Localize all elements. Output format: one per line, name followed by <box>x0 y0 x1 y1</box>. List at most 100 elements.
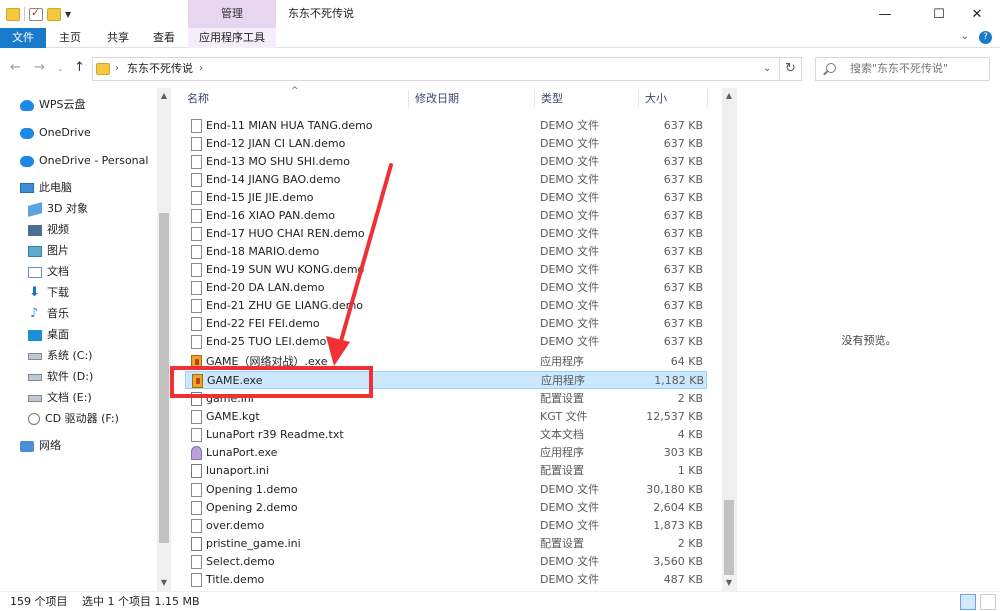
table-row[interactable]: End-11 MIAN HUA TANG.demo DEMO 文件 637 KB <box>185 117 707 135</box>
table-row[interactable]: End-13 MO SHU SHI.demo DEMO 文件 637 KB <box>185 153 707 171</box>
desktop-icon <box>28 329 42 341</box>
annotation-highlight-box <box>170 366 373 398</box>
chevron-right-icon[interactable]: › <box>199 58 203 80</box>
file-icon <box>191 209 202 223</box>
nav-item-onedrive-personal[interactable]: OneDrive - Personal <box>20 151 148 171</box>
column-header-modified[interactable]: 修改日期 <box>409 88 534 110</box>
details-view-icon[interactable] <box>960 594 976 610</box>
ribbon-right-controls: ⌄ ? <box>961 31 992 44</box>
music-icon <box>28 304 42 324</box>
nav-item-cd-drive-f[interactable]: CD 驱动器 (F:) <box>28 409 119 429</box>
table-row[interactable]: pristine_game.ini 配置设置 2 KB <box>185 535 707 553</box>
chevron-down-icon[interactable]: ⌄ <box>763 58 771 80</box>
table-row[interactable]: End-25 TUO LEI.demo DEMO 文件 637 KB <box>185 333 707 351</box>
scroll-thumb[interactable] <box>159 213 169 543</box>
table-row[interactable]: Select.demo DEMO 文件 3,560 KB <box>185 553 707 571</box>
table-row[interactable]: Title.demo DEMO 文件 487 KB <box>185 571 707 589</box>
downloads-icon <box>28 283 42 303</box>
minimize-icon[interactable]: — <box>862 0 908 28</box>
preview-pane: 没有预览。 <box>736 88 1000 591</box>
nav-item-onedrive[interactable]: OneDrive <box>20 123 91 143</box>
file-list-scrollbar[interactable]: ▲ ▼ <box>722 88 736 591</box>
forward-arrow-icon[interactable]: → <box>34 60 45 75</box>
table-row[interactable]: Opening 1.demo DEMO 文件 30,180 KB <box>185 481 707 499</box>
new-folder-icon[interactable] <box>47 7 61 21</box>
table-row[interactable]: End-19 SUN WU KONG.demo DEMO 文件 637 KB <box>185 261 707 279</box>
address-path[interactable]: 东东不死传说 <box>127 58 193 80</box>
close-icon[interactable]: ✕ <box>954 0 1000 28</box>
item-count: 159 个项目 <box>10 595 68 608</box>
nav-item-downloads[interactable]: 下载 <box>28 283 69 303</box>
window-title: 东东不死传说 <box>288 7 354 20</box>
quick-access-toolbar: ▼ <box>6 6 71 22</box>
chevron-down-icon[interactable]: ⌄ <box>961 31 969 44</box>
nav-item-drive-d[interactable]: 软件 (D:) <box>28 367 93 387</box>
cd-drive-icon <box>28 413 40 425</box>
file-icon <box>191 483 202 497</box>
navigation-pane: WPS云盘 OneDrive OneDrive - Personal 此电脑 3… <box>0 88 157 591</box>
table-row[interactable]: End-22 FEI FEI.demo DEMO 文件 637 KB <box>185 315 707 333</box>
table-row[interactable]: LunaPort r39 Readme.txt 文本文档 4 KB <box>185 426 707 444</box>
drive-icon <box>28 352 42 360</box>
scroll-down-icon[interactable]: ▼ <box>157 575 171 591</box>
nav-item-desktop[interactable]: 桌面 <box>28 325 69 345</box>
table-row[interactable]: End-20 DA LAN.demo DEMO 文件 637 KB <box>185 279 707 297</box>
column-separator[interactable] <box>707 90 708 108</box>
back-arrow-icon[interactable]: ← <box>10 60 21 75</box>
table-row[interactable]: lunaport.ini 配置设置 1 KB <box>185 462 707 480</box>
address-bar[interactable]: › 东东不死传说 › ⌄ <box>92 57 780 81</box>
search-box[interactable]: 搜索"东东不死传说" <box>815 57 990 81</box>
table-row[interactable]: End-14 JIANG BAO.demo DEMO 文件 637 KB <box>185 171 707 189</box>
large-icons-view-icon[interactable] <box>980 594 996 610</box>
drive-icon <box>28 394 42 402</box>
table-row[interactable]: End-12 JIAN CI LAN.demo DEMO 文件 637 KB <box>185 135 707 153</box>
up-arrow-icon[interactable]: ↑ <box>74 60 85 75</box>
scroll-down-icon[interactable]: ▼ <box>722 575 736 591</box>
table-row[interactable]: End-18 MARIO.demo DEMO 文件 637 KB <box>185 243 707 261</box>
chevron-down-icon[interactable]: ▼ <box>65 10 71 19</box>
nav-item-3d-objects[interactable]: 3D 对象 <box>28 199 88 219</box>
tab-view[interactable]: 查看 <box>144 28 184 48</box>
table-row[interactable]: Opening 2.demo DEMO 文件 2,604 KB <box>185 499 707 517</box>
table-row[interactable]: GAME.kgt KGT 文件 12,537 KB <box>185 408 707 426</box>
nav-item-drive-c[interactable]: 系统 (C:) <box>28 346 92 366</box>
table-row[interactable]: LunaPort.exe 应用程序 303 KB <box>185 444 707 462</box>
nav-item-wps-cloud[interactable]: WPS云盘 <box>20 95 86 115</box>
column-header-name[interactable]: 名称 <box>181 88 411 110</box>
table-row[interactable]: End-17 HUO CHAI REN.demo DEMO 文件 637 KB <box>185 225 707 243</box>
recent-locations-chevron-icon[interactable]: ⌄ <box>57 64 64 73</box>
ribbon-tabs: 文件 主页 共享 查看 应用程序工具 ⌄ ? <box>0 28 1000 48</box>
nav-scrollbar[interactable]: ▲ ▼ <box>157 88 171 591</box>
nav-item-videos[interactable]: 视频 <box>28 220 69 240</box>
column-header-size[interactable]: 大小 <box>639 88 707 110</box>
nav-item-music[interactable]: 音乐 <box>28 304 69 324</box>
file-icon <box>191 137 202 151</box>
nav-item-pictures[interactable]: 图片 <box>28 241 69 261</box>
table-row[interactable]: over.demo DEMO 文件 1,873 KB <box>185 517 707 535</box>
chevron-right-icon[interactable]: › <box>115 58 119 80</box>
search-input[interactable]: 搜索"东东不死传说" <box>850 58 948 80</box>
properties-icon[interactable] <box>29 6 43 21</box>
selection-info: 选中 1 个项目 1.15 MB <box>82 595 200 608</box>
tab-home[interactable]: 主页 <box>50 28 90 48</box>
tab-application-tools[interactable]: 应用程序工具 <box>188 28 276 48</box>
nav-item-documents[interactable]: 文档 <box>28 262 69 282</box>
tab-file[interactable]: 文件 <box>0 28 46 48</box>
nav-item-network[interactable]: 网络 <box>20 436 61 456</box>
table-row[interactable]: End-15 JIE JIE.demo DEMO 文件 637 KB <box>185 189 707 207</box>
this-pc-icon <box>20 183 34 193</box>
search-icon <box>826 63 836 73</box>
tab-share[interactable]: 共享 <box>98 28 138 48</box>
nav-item-this-pc[interactable]: 此电脑 <box>20 178 72 198</box>
column-header-type[interactable]: 类型 <box>535 88 639 110</box>
table-row[interactable]: End-16 XIAO PAN.demo DEMO 文件 637 KB <box>185 207 707 225</box>
scroll-thumb[interactable] <box>724 500 734 575</box>
scroll-up-icon[interactable]: ▲ <box>157 88 171 104</box>
scroll-up-icon[interactable]: ▲ <box>722 88 736 104</box>
refresh-icon[interactable]: ↻ <box>780 57 802 81</box>
help-icon[interactable]: ? <box>979 31 992 44</box>
file-icon <box>191 191 202 205</box>
nav-item-drive-e[interactable]: 文档 (E:) <box>28 388 92 408</box>
ini-icon <box>191 464 202 478</box>
table-row[interactable]: End-21 ZHU GE LIANG.demo DEMO 文件 637 KB <box>185 297 707 315</box>
